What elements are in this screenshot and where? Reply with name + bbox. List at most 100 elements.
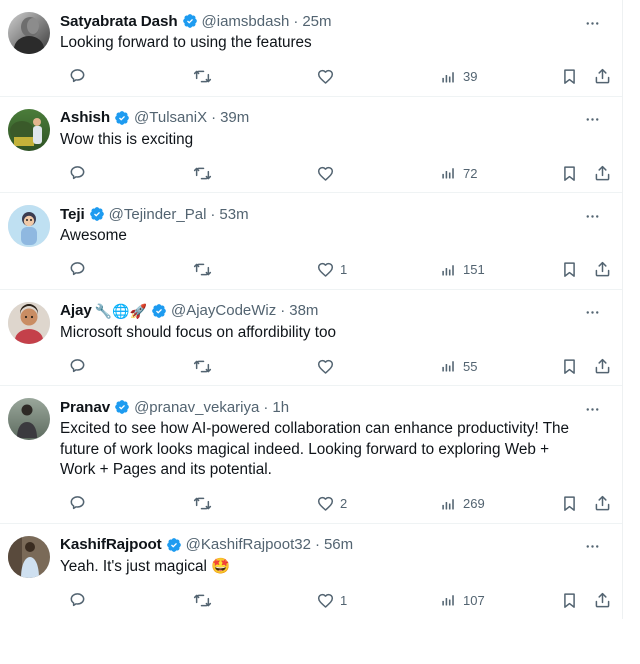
bookmark-button[interactable] — [560, 492, 579, 516]
x-timeline-screen: Satyabrata Dash @iamsbdash · 25m Looking for… — [0, 0, 640, 664]
retweet-button[interactable] — [193, 161, 217, 185]
avatar-pranav[interactable] — [8, 398, 50, 440]
views-button[interactable]: 55 — [440, 354, 477, 378]
more-options-icon[interactable] — [578, 537, 606, 557]
bookmark-button[interactable] — [560, 65, 579, 89]
separator-dot: · — [280, 302, 286, 319]
like-count: 1 — [340, 262, 348, 277]
like-count: 2 — [340, 496, 348, 511]
tweet-actions: 1 151 — [60, 255, 610, 285]
display-name[interactable]: Teji — [60, 205, 85, 224]
avatar-ajay[interactable] — [8, 301, 50, 344]
user-handle[interactable]: @iamsbdash — [202, 12, 290, 31]
reply-button[interactable] — [68, 161, 92, 185]
reply-button[interactable] — [68, 258, 92, 282]
tweet-actions: 39 — [60, 62, 610, 92]
verified-badge-icon — [89, 206, 105, 222]
user-handle[interactable]: @TulsaniX — [134, 108, 207, 127]
timestamp[interactable]: 38m — [289, 301, 318, 320]
like-button[interactable] — [316, 65, 340, 89]
views-button[interactable]: 39 — [440, 65, 477, 89]
view-count: 269 — [463, 496, 485, 511]
verified-badge-icon — [151, 303, 167, 319]
retweet-button[interactable] — [193, 588, 217, 612]
tweet-header: Teji @Tejinder_Pal · 53m — [60, 203, 576, 225]
avatar-ashish[interactable] — [8, 108, 50, 151]
tweet-header: KashifRajpoot @KashifRajpoot32 · 56m — [60, 534, 576, 556]
tweet-item[interactable]: Ashish @TulsaniX · 39m Wow this is exciting 7… — [0, 96, 622, 193]
tweet-item[interactable]: KashifRajpoot @KashifRajpoot32 · 56m Yeah. I… — [0, 523, 622, 619]
avatar-kashifrajpoot[interactable] — [8, 535, 50, 578]
verified-badge-icon — [182, 13, 198, 29]
user-handle[interactable]: @pranav_vekariya — [134, 398, 259, 417]
like-button[interactable]: 1 — [316, 588, 347, 612]
retweet-button[interactable] — [193, 354, 217, 378]
timestamp[interactable]: 56m — [324, 535, 353, 554]
reply-button[interactable] — [68, 354, 92, 378]
timestamp[interactable]: 1h — [272, 398, 289, 417]
tweet-item[interactable]: Ajay 🔧🌐🚀 @AjayCodeWiz · 38m Microsoft should … — [0, 289, 622, 386]
tweet-item[interactable]: Pranav @pranav_vekariya · 1h Excited to see … — [0, 386, 622, 524]
view-count: 55 — [463, 358, 478, 374]
share-button[interactable] — [593, 65, 612, 89]
tweet-text: Microsoft should focus on affordibility … — [60, 323, 337, 341]
avatar-column — [8, 203, 60, 285]
bookmark-button[interactable] — [560, 354, 579, 378]
views-button[interactable]: 269 — [440, 492, 485, 516]
timestamp[interactable]: 25m — [302, 12, 331, 31]
tweet-item[interactable]: Satyabrata Dash @iamsbdash · 25m Looking for… — [0, 0, 622, 97]
reply-button[interactable] — [68, 588, 92, 612]
bookmark-button[interactable] — [560, 258, 579, 282]
view-count: 39 — [463, 69, 478, 84]
retweet-button[interactable] — [193, 65, 217, 89]
more-options-icon[interactable] — [578, 13, 606, 33]
display-name[interactable]: Satyabrata Dash — [60, 12, 178, 31]
like-button[interactable] — [316, 161, 340, 185]
share-button[interactable] — [593, 492, 612, 516]
display-name[interactable]: KashifRajpoot — [60, 535, 162, 554]
display-name[interactable]: Ashish — [60, 108, 110, 127]
more-options-icon[interactable] — [578, 110, 606, 130]
retweet-button[interactable] — [193, 492, 217, 516]
avatar-column — [8, 534, 60, 616]
tweet-actions: 55 — [60, 351, 610, 381]
avatar-satyabrata-dash[interactable] — [8, 12, 50, 54]
bookmark-button[interactable] — [560, 161, 579, 185]
tweet-actions: 1 107 — [60, 585, 610, 615]
reply-button[interactable] — [68, 492, 92, 516]
share-button[interactable] — [593, 258, 612, 282]
share-button[interactable] — [593, 161, 612, 185]
like-button[interactable]: 2 — [316, 492, 347, 516]
separator-dot: · — [210, 205, 216, 223]
avatar-column — [8, 396, 60, 519]
tweet-text: Looking forward to using the features — [60, 34, 312, 51]
display-name[interactable]: Pranav — [60, 398, 110, 417]
share-button[interactable] — [593, 588, 612, 612]
retweet-button[interactable] — [193, 258, 217, 282]
more-options-icon[interactable] — [578, 206, 606, 226]
timestamp[interactable]: 39m — [220, 108, 249, 127]
more-options-icon[interactable] — [578, 303, 606, 323]
share-button[interactable] — [593, 354, 612, 378]
user-handle[interactable]: @KashifRajpoot32 — [186, 535, 311, 554]
views-button[interactable]: 72 — [440, 161, 477, 185]
views-button[interactable]: 151 — [440, 258, 485, 282]
views-button[interactable]: 107 — [440, 588, 485, 612]
view-count: 107 — [463, 592, 485, 608]
user-handle[interactable]: @Tejinder_Pal — [109, 205, 207, 224]
avatar-teji[interactable] — [8, 205, 50, 247]
tweet-text: Wow this is exciting — [60, 130, 194, 148]
display-name[interactable]: Ajay — [60, 301, 92, 320]
verified-badge-icon — [114, 110, 130, 126]
timestamp[interactable]: 53m — [219, 205, 248, 224]
like-button[interactable]: 1 — [316, 258, 347, 282]
reply-button[interactable] — [68, 65, 92, 89]
user-handle[interactable]: @AjayCodeWiz — [171, 301, 276, 320]
avatar-column — [8, 300, 60, 382]
like-count: 1 — [340, 592, 348, 608]
bookmark-button[interactable] — [560, 588, 579, 612]
more-options-icon[interactable] — [578, 399, 606, 419]
display-name-emoji: 🔧🌐🚀 — [94, 302, 147, 319]
like-button[interactable] — [316, 354, 340, 378]
tweet-item[interactable]: Teji @Tejinder_Pal · 53m Awesome 1 151 — [0, 193, 622, 290]
